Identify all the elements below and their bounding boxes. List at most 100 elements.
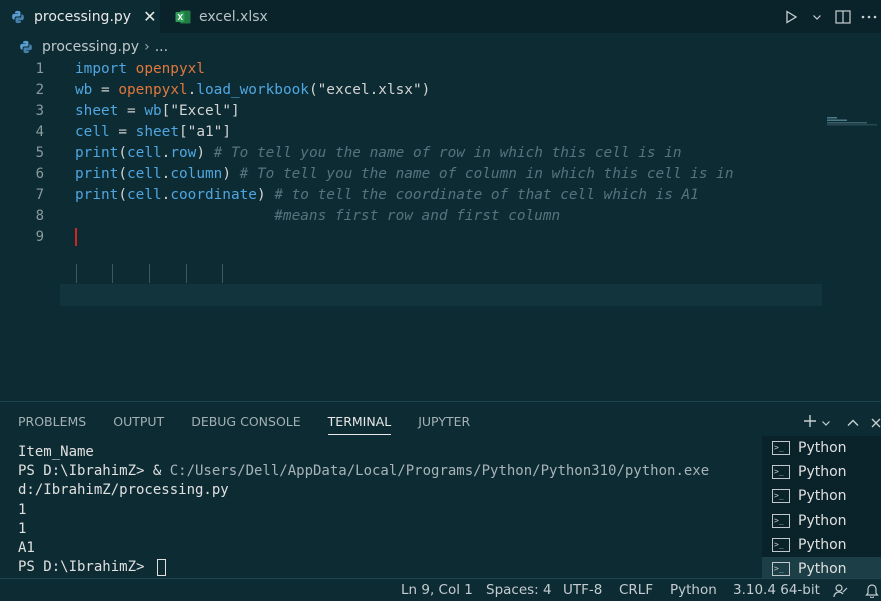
line-ending[interactable]: CRLF xyxy=(619,582,653,598)
excel-file-icon xyxy=(175,10,191,23)
code-text: import openpyxl xyxy=(75,60,205,77)
run-icon[interactable] xyxy=(779,5,803,29)
panel-actions xyxy=(793,410,881,434)
line-number: 9 xyxy=(35,228,44,245)
tab-terminal[interactable]: TERMINAL xyxy=(327,413,392,435)
terminal-line: 1 xyxy=(18,520,27,537)
python-interpreter[interactable]: 3.10.4 64-bit xyxy=(733,582,820,598)
terminal-instance[interactable]: >_ Python xyxy=(762,484,881,508)
code-text: sheet = wb["Excel"] xyxy=(75,102,240,119)
terminal-prompt: PS D:\IbrahimZ> & xyxy=(18,463,170,480)
terminal-instance[interactable]: >_ Python xyxy=(762,533,881,557)
terminal-line: A1 xyxy=(18,539,35,556)
breadcrumb-file[interactable]: processing.py xyxy=(42,39,139,55)
code-text: #means first row and first column xyxy=(75,207,561,224)
terminal-list: >_ Python >_ Python >_ Python >_ Python >_ Py… xyxy=(762,436,881,582)
tab-processing-py[interactable]: processing.py ✕ xyxy=(0,0,160,33)
text-cursor xyxy=(75,228,77,246)
indent-guide xyxy=(149,264,150,283)
code-line: 6 print(cell.column) # To tell you the n… xyxy=(0,163,881,184)
bottom-panel: PROBLEMS OUTPUT DEBUG CONSOLE TERMINAL J… xyxy=(0,401,881,582)
tab-label: excel.xlsx xyxy=(199,8,268,25)
current-line-highlight xyxy=(60,284,822,306)
terminal-icon: >_ xyxy=(772,441,790,456)
cursor-position[interactable]: Ln 9, Col 1 xyxy=(401,582,473,598)
line-number: 1 xyxy=(35,60,44,77)
split-editor-icon[interactable] xyxy=(831,5,855,29)
terminal-instance[interactable]: >_ Python xyxy=(762,509,881,533)
language-mode[interactable]: Python xyxy=(670,582,717,598)
terminal-instance-label: Python xyxy=(798,512,847,529)
python-file-icon xyxy=(12,10,24,23)
editor-actions xyxy=(777,0,881,33)
line-number: 2 xyxy=(35,81,44,98)
more-actions-icon[interactable] xyxy=(857,5,881,29)
code-line: 7 print(cell.coordinate) # to tell the c… xyxy=(0,184,881,205)
breadcrumb-symbol[interactable]: ... xyxy=(155,39,168,55)
encoding[interactable]: UTF-8 xyxy=(563,582,602,598)
new-terminal-icon[interactable] xyxy=(803,413,817,432)
tab-jupyter[interactable]: JUPYTER xyxy=(418,413,470,435)
line-number: 3 xyxy=(35,102,44,119)
terminal-line: PS D:\IbrahimZ> & C:/Users/Dell/AppData/… xyxy=(18,462,758,481)
indent-guide xyxy=(76,264,77,283)
code-text: wb = openpyxl.load_workbook("excel.xlsx"… xyxy=(75,81,431,98)
terminal-instance-label: Python xyxy=(798,464,847,481)
code-line: 8 #means first row and first column xyxy=(0,205,881,226)
terminal-icon: >_ xyxy=(772,465,790,480)
indent-guide xyxy=(222,264,223,283)
terminal-command-path: C:/Users/Dell/AppData/Local/Programs/Pyt… xyxy=(169,463,710,480)
status-bar: Ln 9, Col 1 Spaces: 4 UTF-8 CRLF Python … xyxy=(0,578,881,601)
terminal-prompt: PS D:\IbrahimZ> xyxy=(18,559,153,576)
editor-tab-bar: processing.py ✕ excel.xlsx xyxy=(0,0,881,33)
line-number: 6 xyxy=(35,165,44,182)
terminal-icon: >_ xyxy=(772,513,790,528)
chevron-down-icon[interactable] xyxy=(805,5,829,29)
line-number: 4 xyxy=(35,123,44,140)
code-text: print(cell.coordinate) # to tell the coo… xyxy=(75,186,699,203)
code-line: 9 xyxy=(0,226,881,247)
terminal-instance-label: Python xyxy=(798,561,847,578)
maximize-panel-icon[interactable] xyxy=(847,413,859,432)
terminal-icon: >_ xyxy=(772,562,790,577)
chevron-down-icon[interactable] xyxy=(821,413,831,432)
terminal-output[interactable]: Item_Name PS D:\IbrahimZ> & C:/Users/Del… xyxy=(18,443,758,577)
terminal-cursor xyxy=(156,558,166,576)
close-icon[interactable]: ✕ xyxy=(143,7,156,26)
panel-tabs: PROBLEMS OUTPUT DEBUG CONSOLE TERMINAL J… xyxy=(18,413,497,435)
python-file-icon xyxy=(20,40,32,54)
line-number: 7 xyxy=(35,186,44,203)
code-line: 2 wb = openpyxl.load_workbook("excel.xls… xyxy=(0,79,881,100)
tab-problems[interactable]: PROBLEMS xyxy=(18,413,86,435)
terminal-line: 1 xyxy=(18,501,27,518)
line-number: 5 xyxy=(35,144,44,161)
code-text: print(cell.column) # To tell you the nam… xyxy=(75,165,734,182)
line-number: 8 xyxy=(35,207,44,224)
terminal-instance-label: Python xyxy=(798,536,847,553)
indentation[interactable]: Spaces: 4 xyxy=(486,582,552,598)
code-line: 4 cell = sheet["a1"] xyxy=(0,121,881,142)
terminal-line: PS D:\IbrahimZ> xyxy=(18,558,758,577)
breadcrumb: processing.py › ... xyxy=(18,37,168,57)
terminal-instance[interactable]: >_ Python xyxy=(762,460,881,484)
notifications-icon[interactable] xyxy=(865,583,879,601)
tab-excel-xlsx[interactable]: excel.xlsx xyxy=(163,0,293,33)
code-line: 5 print(cell.row) # To tell you the name… xyxy=(0,142,881,163)
close-panel-icon[interactable] xyxy=(871,413,881,432)
code-text: print(cell.row) # To tell you the name o… xyxy=(75,144,682,161)
code-line: 1 import openpyxl xyxy=(0,58,881,79)
code-line: 3 sheet = wb["Excel"] xyxy=(0,100,881,121)
terminal-line: Item_Name xyxy=(18,444,94,460)
tab-output[interactable]: OUTPUT xyxy=(113,413,164,435)
terminal-icon: >_ xyxy=(772,537,790,552)
indent-guide xyxy=(186,264,187,283)
indent-guide xyxy=(112,264,113,283)
code-editor[interactable]: 1 import openpyxl 2 wb = openpyxl.load_w… xyxy=(0,58,881,398)
tab-debug-console[interactable]: DEBUG CONSOLE xyxy=(191,413,300,435)
terminal-instance-label: Python xyxy=(798,488,847,505)
terminal-icon: >_ xyxy=(772,489,790,504)
tab-label: processing.py xyxy=(34,8,132,25)
terminal-instance[interactable]: >_ Python xyxy=(762,436,881,460)
code-text: cell = sheet["a1"] xyxy=(75,123,231,140)
feedback-icon[interactable] xyxy=(833,583,848,601)
